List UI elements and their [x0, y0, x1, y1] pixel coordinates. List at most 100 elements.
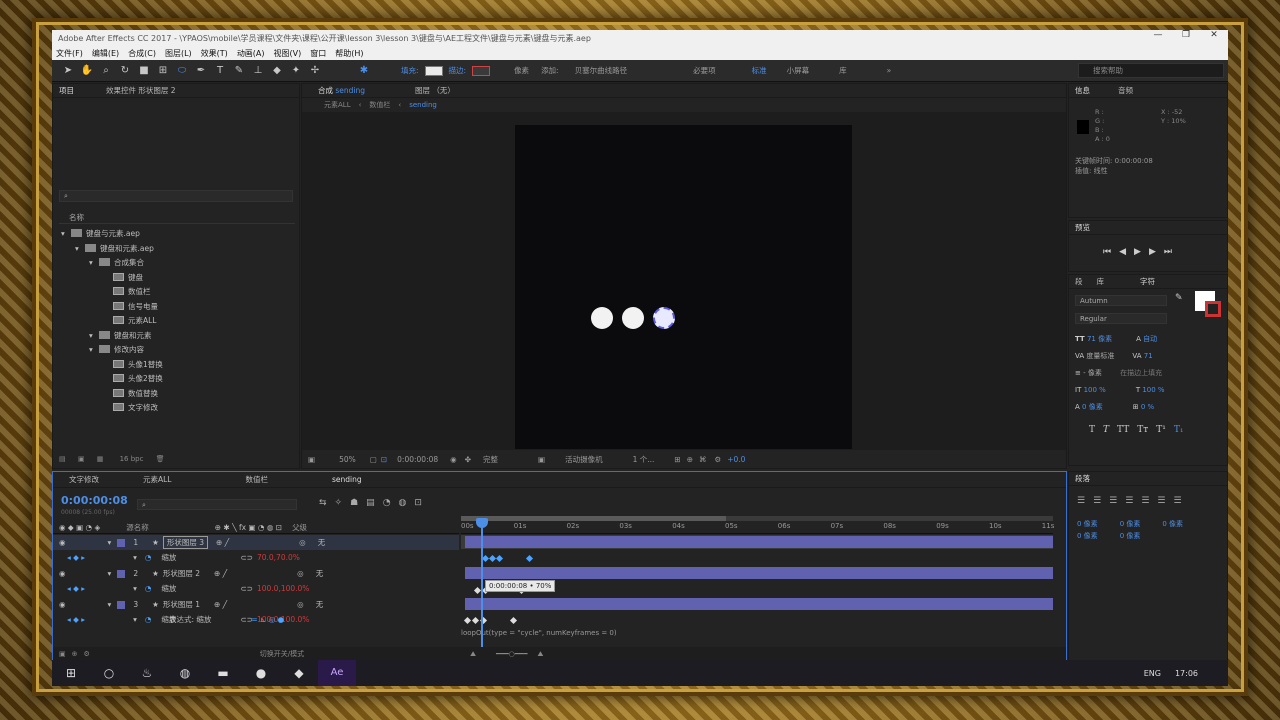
maximize-button[interactable]: ❐	[1172, 30, 1200, 40]
project-search-input[interactable]: ⌕	[59, 190, 293, 202]
camera-tool-icon[interactable]: ■	[136, 63, 152, 79]
tab-composition[interactable]: 合成 sending	[318, 85, 365, 96]
always-preview-icon[interactable]: ▣	[308, 455, 315, 464]
scale-value[interactable]: 100.0,100.0%	[257, 584, 309, 593]
expand-arrow-icon[interactable]: ▾	[75, 242, 85, 257]
puppet-pin-tool-icon[interactable]: ✢	[307, 63, 323, 79]
snapping-icon[interactable]: ✱	[356, 63, 372, 79]
tab-paragraph[interactable]: 段落	[1075, 473, 1090, 484]
font-style-select[interactable]: Regular	[1075, 313, 1167, 324]
exposure-value[interactable]: +0.0	[727, 455, 745, 464]
subscript-icon[interactable]: T₁	[1174, 425, 1184, 435]
toggle-switches-modes[interactable]: 切换开关/模式	[260, 649, 304, 659]
keyframe[interactable]	[509, 616, 518, 625]
search-help-input[interactable]: 搜索帮助	[1078, 63, 1224, 78]
stopwatch-icon[interactable]: ◔	[145, 553, 152, 562]
expand-arrow-icon[interactable]: ▾	[61, 227, 71, 242]
shy-switch-icon[interactable]: ⊕ ╱	[216, 538, 229, 547]
project-item[interactable]: 数值栏	[57, 285, 297, 300]
tab-paragraph-short[interactable]: 段	[1075, 276, 1083, 287]
shy-switch-icon[interactable]: ⊕ ╱	[214, 569, 227, 578]
app-icon[interactable]: ♨	[128, 660, 166, 686]
camera-select[interactable]: 活动摄像机	[565, 454, 603, 465]
keyframe[interactable]	[473, 586, 482, 595]
tab-character[interactable]: 字符	[1140, 276, 1155, 287]
3d-icon[interactable]: ⊕	[687, 455, 693, 464]
bpc-label[interactable]: 16 bpc	[120, 455, 144, 463]
layer-2-duration-bar[interactable]	[465, 567, 1053, 579]
menu-effect[interactable]: 效果(T)	[201, 48, 228, 59]
comp-settings-icon[interactable]: ▣	[59, 650, 66, 658]
link-icon[interactable]: ⊂⊃	[240, 553, 253, 562]
horizontal-scale-value[interactable]: 100 %	[1142, 386, 1164, 394]
workspace-standard[interactable]: 标准	[752, 65, 767, 76]
baseline-shift-value[interactable]: 0 像素	[1082, 403, 1103, 411]
selection-tool-icon[interactable]: ➤	[60, 63, 76, 79]
zoom-tool-icon[interactable]: ⌕	[98, 63, 114, 79]
expand-arrow-icon[interactable]: ▾	[89, 329, 99, 344]
project-item[interactable]: 键盘	[57, 271, 297, 286]
bezier-checkbox[interactable]: 贝塞尔曲线路径	[575, 65, 628, 76]
align-left-icon[interactable]: ☰	[1077, 496, 1085, 506]
faux-italic-icon[interactable]: T	[1103, 425, 1109, 435]
property-row[interactable]: ◂ ◆ ▸ ▾ ◔ 缩放 ⊂⊃ 100.0,100.0%	[53, 581, 459, 596]
circle-layer-2[interactable]	[622, 307, 644, 329]
keyframe[interactable]	[463, 616, 472, 625]
first-frame-icon[interactable]: ⏮	[1103, 247, 1111, 257]
indent-first[interactable]: 0 像素	[1162, 520, 1183, 528]
start-icon[interactable]: ⊞	[52, 660, 90, 686]
last-frame-icon[interactable]: ⏭	[1164, 247, 1172, 257]
layer-row[interactable]: ◉ ▾ 2 ★ 形状图层 2 ⊕ ╱ ◎ 无	[53, 566, 459, 581]
tab-library[interactable]: 库	[1097, 276, 1105, 287]
parent-icon[interactable]: ◎	[297, 600, 304, 609]
recorder-icon[interactable]: ●	[242, 660, 280, 686]
col-source-name[interactable]: 源名称	[126, 522, 149, 533]
tsume-value[interactable]: 0 %	[1141, 403, 1154, 411]
parent-select[interactable]: 无	[316, 568, 324, 579]
project-item[interactable]: ▾ 键盘和元素.aep	[57, 242, 297, 257]
menu-view[interactable]: 视图(V)	[274, 48, 302, 59]
current-time-indicator[interactable]	[481, 520, 483, 652]
layer-1-duration-bar[interactable]	[465, 536, 1053, 548]
circle-layer-3-selected[interactable]	[653, 307, 675, 329]
layer-color-label[interactable]	[117, 600, 126, 609]
link-icon[interactable]: ⊂⊃	[240, 584, 253, 593]
expand-arrow-icon[interactable]: ▾	[108, 538, 112, 547]
project-item[interactable]: ▾ 键盘和元素	[57, 329, 297, 344]
roto-brush-tool-icon[interactable]: ✦	[288, 63, 304, 79]
region-icon[interactable]: ▢	[370, 455, 377, 464]
add-label[interactable]: 添加:	[541, 65, 559, 76]
after-effects-taskbar-icon[interactable]: Ae	[318, 660, 356, 686]
gear-icon[interactable]: ⚙	[84, 650, 90, 658]
composition-canvas[interactable]	[515, 125, 852, 449]
menu-file[interactable]: 文件(F)	[56, 48, 83, 59]
all-caps-icon[interactable]: TT	[1117, 425, 1129, 435]
shy-icon[interactable]: ☗	[350, 498, 358, 508]
lang-indicator[interactable]: ENG	[1144, 669, 1161, 678]
new-comp-icon[interactable]: ▦	[97, 455, 104, 463]
brush-tool-icon[interactable]: ✎	[231, 63, 247, 79]
shy-switch-icon[interactable]: ⊕ ╱	[214, 600, 227, 609]
delete-icon[interactable]: 🗑	[156, 455, 165, 463]
timeline-search-input[interactable]: ⌕	[137, 499, 297, 510]
justify-all-icon[interactable]: ☰	[1173, 496, 1181, 506]
clone-stamp-tool-icon[interactable]: ⊥	[250, 63, 266, 79]
space-before[interactable]: 0 像素	[1077, 532, 1098, 540]
workspace-small-screen[interactable]: 小屏幕	[787, 65, 810, 76]
space-after[interactable]: 0 像素	[1120, 532, 1141, 540]
expand-arrow-icon[interactable]: ▾	[108, 569, 112, 578]
work-area-range[interactable]	[461, 516, 726, 521]
comp-mini-flowchart-icon[interactable]: ⇆	[319, 498, 327, 508]
parent-select[interactable]: 无	[318, 537, 326, 548]
indent-left[interactable]: 0 像素	[1077, 520, 1098, 528]
font-size-value[interactable]: 71 像素	[1087, 335, 1112, 343]
pen-tool-icon[interactable]: ✒	[193, 63, 209, 79]
align-right-icon[interactable]: ☰	[1109, 496, 1117, 506]
stroke-type-select[interactable]: 在描边上填充	[1120, 369, 1162, 377]
layer-color-label[interactable]	[117, 538, 126, 547]
layer-row[interactable]: ◉ ▾ 1 ★ 形状图层 3 ⊕ ╱ ◎ 无	[53, 535, 459, 550]
expand-arrow-icon[interactable]: ▾	[133, 584, 137, 593]
layer-name[interactable]: 形状图层 1	[163, 599, 200, 610]
graph-editor-toggle-icon[interactable]: ⊡	[414, 498, 422, 508]
parent-select[interactable]: 无	[316, 599, 324, 610]
